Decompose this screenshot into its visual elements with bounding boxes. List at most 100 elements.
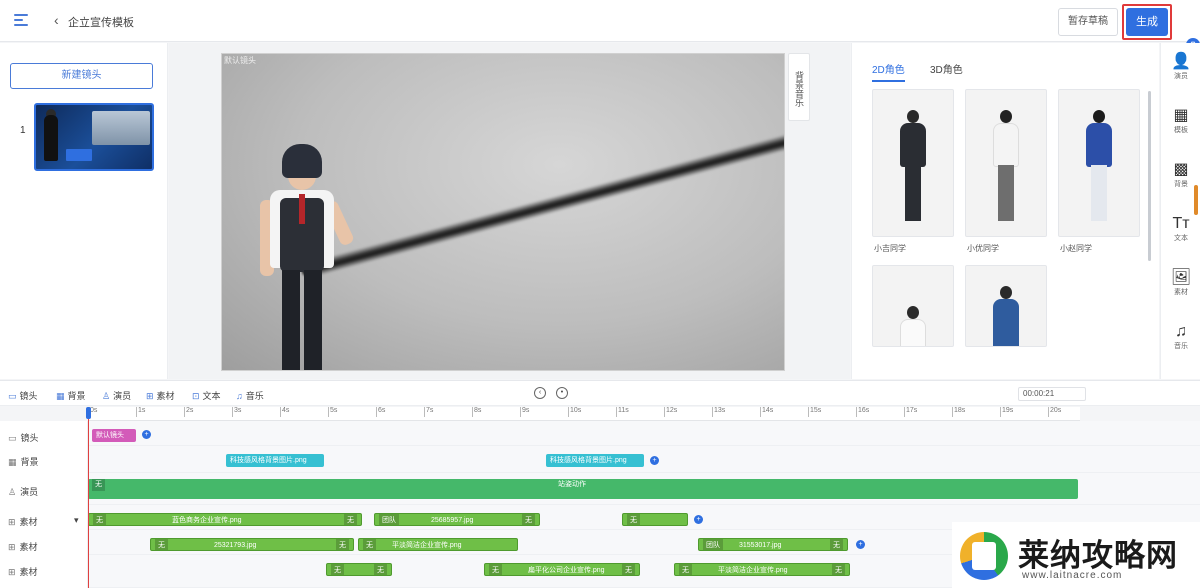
timeline-clip[interactable]: 无 [622, 513, 688, 526]
tool-actor[interactable]: 👤 演员 [1161, 53, 1200, 81]
ruler-tick: 18s [952, 407, 965, 417]
timeline-clip[interactable]: 无 25321793.jpg 无 [150, 538, 354, 551]
ruler-tick: 10s [568, 407, 581, 417]
clip-label: 25685957.jpg [430, 517, 474, 524]
clip-tag: 无 [830, 539, 843, 550]
add-clip-icon[interactable]: + [856, 540, 865, 549]
tool-label: 素材 [1174, 289, 1188, 296]
ruler-tick: 9s [520, 407, 529, 417]
camera-icon: ▭ [8, 391, 17, 401]
timeline-clip[interactable]: 无 无 [326, 563, 392, 576]
ruler-tick: 19s [1000, 407, 1013, 417]
track-label-material: ⊞ 素材 [8, 517, 38, 527]
tool-material[interactable]: 🖼 素材 [1161, 269, 1200, 297]
timeline-tool-background[interactable]: ▦ 背景 [56, 389, 86, 402]
stage-label: 默认镜头 [224, 56, 256, 65]
clip-tag: 无 [93, 514, 106, 525]
timeline-clip[interactable]: 团队 25685957.jpg 无 [374, 513, 540, 526]
ruler-tick: 17s [904, 407, 917, 417]
project-title[interactable]: 企立宣传模板 [68, 14, 134, 30]
timeline-clip[interactable]: 默认镜头 [92, 429, 136, 442]
add-clip-icon[interactable]: + [142, 430, 151, 439]
track-label-material: ⊞ 素材 [8, 567, 38, 577]
timeline-clip[interactable]: 科技感风格背景图片.png [546, 454, 644, 467]
background-icon: ▦ [56, 391, 65, 401]
clip-label: 站姿动作 [558, 481, 586, 488]
person-icon: ♙ [102, 391, 111, 401]
camera-icon: ▭ [8, 433, 17, 443]
play-icon[interactable]: • [556, 387, 568, 399]
character-card[interactable] [872, 89, 954, 237]
new-scene-button[interactable]: 新建镜头 [10, 63, 153, 89]
top-bar: ‹ 企立宣传模板 暂存草稿 生成 [0, 0, 1200, 42]
tool-music[interactable]: ♫ 音乐 [1161, 323, 1200, 351]
background-stripe [299, 119, 784, 280]
template-icon: ▦ [1173, 107, 1189, 124]
clip-label: 平淡简洁企业宣传.png [717, 567, 788, 574]
tab-3d-characters[interactable]: 3D角色 [930, 61, 963, 76]
timeline-ruler[interactable]: 0s 1s 2s 3s 4s 5s 6s 7s 8s 9s 10s 11s 12… [88, 407, 1080, 421]
playhead[interactable] [88, 407, 89, 588]
clip-tag: 无 [336, 539, 349, 550]
ruler-tick: 4s [280, 407, 289, 417]
timeline-clip[interactable]: 无 站姿动作 [88, 479, 1078, 499]
tool-text[interactable]: Tт 文本 [1161, 215, 1200, 243]
clip-tag: 无 [679, 564, 692, 575]
track-row-camera: 默认镜头 + [88, 421, 1200, 446]
timeline-tool-material[interactable]: ⊞ 素材 [146, 389, 175, 402]
track-row-background: 科技感风格背景图片.png 科技感风格背景图片.png + [88, 446, 1200, 473]
watermark: 莱纳攻略网 www.laitnacre.com [952, 522, 1200, 588]
track-label-material: ⊞ 素材 [8, 542, 38, 552]
tool-label: 演员 [113, 391, 132, 401]
material-icon: ⊞ [8, 542, 16, 552]
timeline-clip[interactable]: 无 平淡简洁企业宣传.png [358, 538, 518, 551]
tool-label: 演员 [1174, 73, 1188, 80]
tab-2d-characters[interactable]: 2D角色 [872, 61, 905, 82]
timeline-clip[interactable]: 无 平淡简洁企业宣传.png 无 [674, 563, 850, 576]
material-icon: ⊞ [8, 517, 16, 527]
scene-thumbnail[interactable] [34, 103, 154, 171]
timeline-tool-actor[interactable]: ♙ 演员 [102, 389, 131, 402]
menu-icon[interactable] [14, 14, 28, 26]
rail-scroll-handle[interactable] [1194, 185, 1198, 215]
stage-preview[interactable]: 默认镜头 [221, 53, 785, 371]
timeline-clip[interactable]: 科技感风格背景图片.png [226, 454, 324, 467]
material-icon: 🖼 [1170, 269, 1192, 286]
music-icon: ♫ [1175, 323, 1187, 340]
timeline-tool-camera[interactable]: ▭ 镜头 [8, 389, 38, 402]
canvas-area: 默认镜头 背景音乐 [169, 43, 850, 379]
tool-template[interactable]: ▦ 模板 [1161, 107, 1200, 135]
ruler-tick: 7s [424, 407, 433, 417]
timeline-clip[interactable]: 无 扁平化公司企业宣传.png 无 [484, 563, 640, 576]
character-card[interactable] [872, 265, 954, 347]
character-card[interactable] [1058, 89, 1140, 237]
track-label-camera: ▭ 镜头 [8, 433, 39, 443]
chevron-down-icon[interactable]: ▾ [74, 515, 79, 526]
generate-button[interactable]: 生成 [1126, 8, 1168, 36]
add-clip-icon[interactable]: + [650, 456, 659, 465]
save-draft-button[interactable]: 暂存草稿 [1058, 8, 1118, 36]
timeline-tool-music[interactable]: ♫ 音乐 [236, 389, 264, 402]
tool-label: 音乐 [1174, 343, 1188, 350]
text-icon: ⊡ [192, 391, 200, 401]
playhead-handle[interactable] [86, 407, 91, 419]
video-editor: ‹ 企立宣传模板 暂存草稿 生成 ⚙ 新建镜头 1 默认镜头 [0, 0, 1200, 588]
timeline-tool-text[interactable]: ⊡ 文本 [192, 389, 221, 402]
panel-scrollbar[interactable] [1148, 91, 1151, 261]
add-clip-icon[interactable]: + [694, 515, 703, 524]
tool-label: 素材 [156, 391, 175, 401]
character-card[interactable] [965, 265, 1047, 347]
back-icon[interactable]: ‹ [54, 12, 59, 28]
track-label-actor: ♙ 演员 [8, 487, 39, 497]
clip-label: 蓝色商务企业宣传.png [171, 517, 242, 524]
background-music-tab[interactable]: 背景音乐 [788, 53, 810, 121]
avatar-character[interactable] [252, 144, 362, 370]
tool-label: 文本 [1174, 235, 1188, 242]
tool-label: 背景 [67, 391, 86, 401]
prev-icon[interactable]: ‹ [534, 387, 546, 399]
tool-label: 镜头 [19, 391, 38, 401]
time-display[interactable]: 00:00:21 [1018, 387, 1086, 401]
timeline-clip[interactable]: 团队 31553017.jpg 无 [698, 538, 848, 551]
character-card[interactable] [965, 89, 1047, 237]
timeline-clip[interactable]: 无 蓝色商务企业宣传.png 无 [88, 513, 362, 526]
